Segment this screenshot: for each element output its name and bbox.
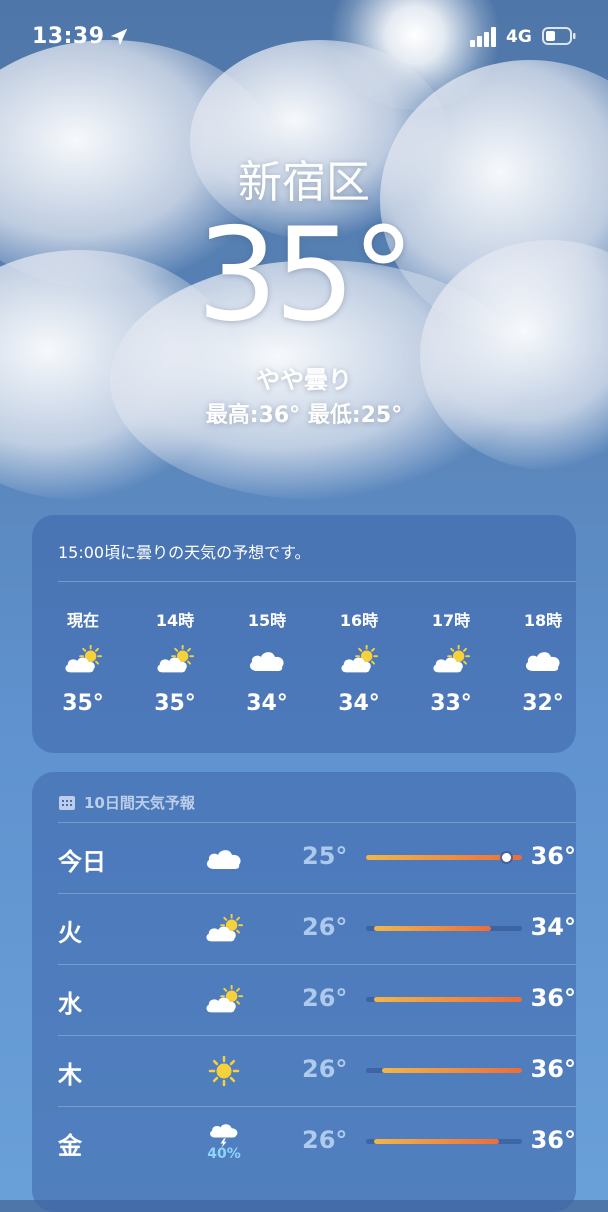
partly-cloudy-icon	[404, 631, 498, 689]
sun-icon	[198, 1047, 250, 1095]
hourly-item: 17時 33°	[404, 607, 498, 716]
day-label: 木	[58, 1061, 82, 1089]
high-temperature: 36°	[530, 1126, 576, 1154]
ten-day-title: 10日間天気予報	[84, 794, 195, 812]
hour-temperature: 35°	[62, 691, 104, 716]
temperature-range-bar	[366, 1139, 522, 1144]
current-temp-marker	[502, 853, 511, 862]
daily-row[interactable]: 金 40% 26° 36°	[58, 1106, 576, 1177]
divider	[58, 581, 576, 582]
partly-cloudy-icon	[36, 631, 130, 689]
day-label: 今日	[58, 848, 106, 876]
ten-day-forecast-card[interactable]: 10日間天気予報 今日 25° 36° 火 26° 34° 水 26° 36° 木 26° 36° 金 4…	[32, 772, 576, 1212]
daily-row[interactable]: 今日 25° 36°	[58, 822, 576, 893]
daily-row[interactable]: 火 26° 34°	[58, 893, 576, 964]
signal-bars-icon	[470, 27, 496, 47]
low-temperature: 25°	[302, 842, 348, 870]
temperature-range-bar	[366, 1068, 522, 1073]
cloud-icon	[496, 631, 590, 689]
hourly-item: 15時 34°	[220, 607, 314, 716]
high-temperature: 34°	[530, 913, 576, 941]
high-temperature: 36°	[530, 842, 576, 870]
hour-temperature: 33°	[430, 691, 472, 716]
hourly-item: 14時 35°	[128, 607, 222, 716]
hour-label: 17時	[431, 611, 471, 630]
network-type: 4G	[506, 27, 532, 47]
location-arrow-icon	[110, 28, 128, 46]
high-low-temperature: 最高:36° 最低:25°	[205, 403, 403, 428]
day-label: 金	[58, 1132, 82, 1160]
low-temperature: 26°	[302, 913, 348, 941]
low-temperature: 26°	[302, 1126, 348, 1154]
hour-temperature: 34°	[338, 691, 380, 716]
current-temperature: 35°	[196, 201, 416, 350]
high-temperature: 36°	[530, 984, 576, 1012]
low-temperature: 26°	[302, 984, 348, 1012]
hourly-forecast-card[interactable]: 15:00頃に曇りの天気の予想です。 現在 35° 14時 35° 15時 34° 16時 3…	[32, 515, 576, 753]
hour-label: 18時	[523, 611, 563, 630]
divider	[58, 1106, 576, 1107]
partly-cloudy-icon	[198, 905, 250, 953]
battery-icon	[542, 27, 576, 45]
cloud-icon	[198, 834, 250, 882]
low-temperature: 26°	[302, 1055, 348, 1083]
divider	[58, 1035, 576, 1036]
divider	[58, 893, 576, 894]
temperature-range-bar	[366, 926, 522, 931]
ten-day-header: 10日間天気予報	[58, 792, 195, 813]
status-time: 13:39	[32, 24, 105, 49]
daily-row[interactable]: 木 26° 36°	[58, 1035, 576, 1106]
hour-label: 16時	[339, 611, 379, 630]
divider	[58, 964, 576, 965]
hourly-item: 16時 34°	[312, 607, 406, 716]
hour-label: 現在	[66, 611, 99, 630]
hourly-item: 18時 32°	[496, 607, 590, 716]
hour-temperature: 32°	[522, 691, 564, 716]
hour-label: 15時	[247, 611, 287, 630]
divider	[58, 822, 576, 823]
thunderstorm-icon: 40%	[198, 1118, 250, 1166]
partly-cloudy-icon	[128, 631, 222, 689]
precipitation-chance: 40%	[207, 1146, 241, 1162]
status-bar: 13:39 4G	[0, 0, 608, 78]
hour-temperature: 34°	[246, 691, 288, 716]
hourly-headline: 15:00頃に曇りの天気の予想です。	[58, 543, 311, 562]
partly-cloudy-icon	[198, 976, 250, 1024]
cloud-icon	[220, 631, 314, 689]
daily-row[interactable]: 水 26° 36°	[58, 964, 576, 1035]
temperature-range-bar	[366, 997, 522, 1002]
hour-temperature: 35°	[154, 691, 196, 716]
hour-label: 14時	[155, 611, 195, 630]
current-condition: やや曇り	[256, 366, 352, 394]
high-temperature: 36°	[530, 1055, 576, 1083]
day-label: 火	[58, 919, 82, 947]
partly-cloudy-icon	[312, 631, 406, 689]
temperature-range-bar	[366, 853, 522, 862]
hourly-item: 現在 35°	[36, 607, 130, 716]
day-label: 水	[58, 990, 82, 1018]
calendar-icon	[59, 795, 75, 810]
